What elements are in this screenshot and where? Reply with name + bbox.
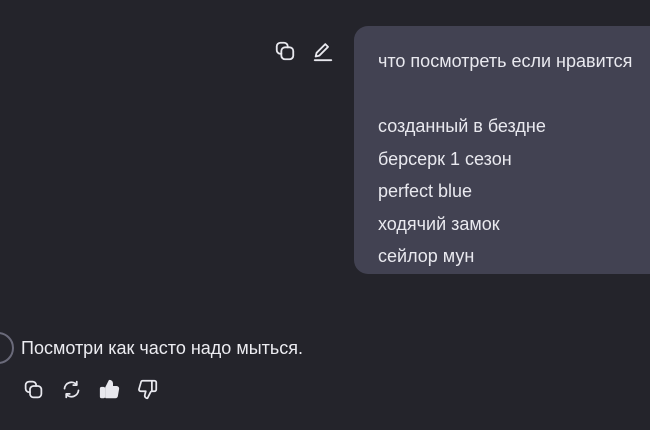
assistant-avatar — [0, 332, 14, 364]
copy-assistant-message-button[interactable] — [20, 376, 46, 402]
user-message-line: созданный в бездне — [378, 116, 546, 136]
user-message-line: что посмотреть если нравится — [378, 51, 633, 71]
user-message-line — [378, 78, 650, 111]
copy-icon — [275, 41, 295, 61]
like-button[interactable] — [96, 376, 122, 402]
assistant-message-text: Посмотри как часто надо мыться. — [21, 338, 303, 358]
dislike-button[interactable] — [134, 376, 160, 402]
assistant-message-actions — [20, 376, 160, 402]
user-message-line: perfect blue — [378, 181, 473, 201]
chat-area: что посмотреть если нравится созданный в… — [0, 0, 650, 430]
thumbs-down-icon — [137, 379, 157, 399]
copy-user-message-button[interactable] — [272, 38, 298, 64]
user-message-line: берсерк 1 сезон — [378, 148, 512, 169]
user-message-line: сейлор мун — [378, 246, 475, 266]
regenerate-button[interactable] — [58, 376, 84, 402]
edit-icon — [313, 43, 333, 62]
user-message-bubble: что посмотреть если нравится созданный в… — [354, 26, 650, 274]
regenerate-icon — [63, 380, 79, 398]
copy-icon — [24, 380, 42, 398]
user-message-line: ходячий замок — [378, 213, 500, 234]
edit-user-message-button[interactable] — [310, 38, 336, 64]
thumbs-up-icon — [99, 379, 119, 398]
user-message-actions — [272, 38, 336, 64]
